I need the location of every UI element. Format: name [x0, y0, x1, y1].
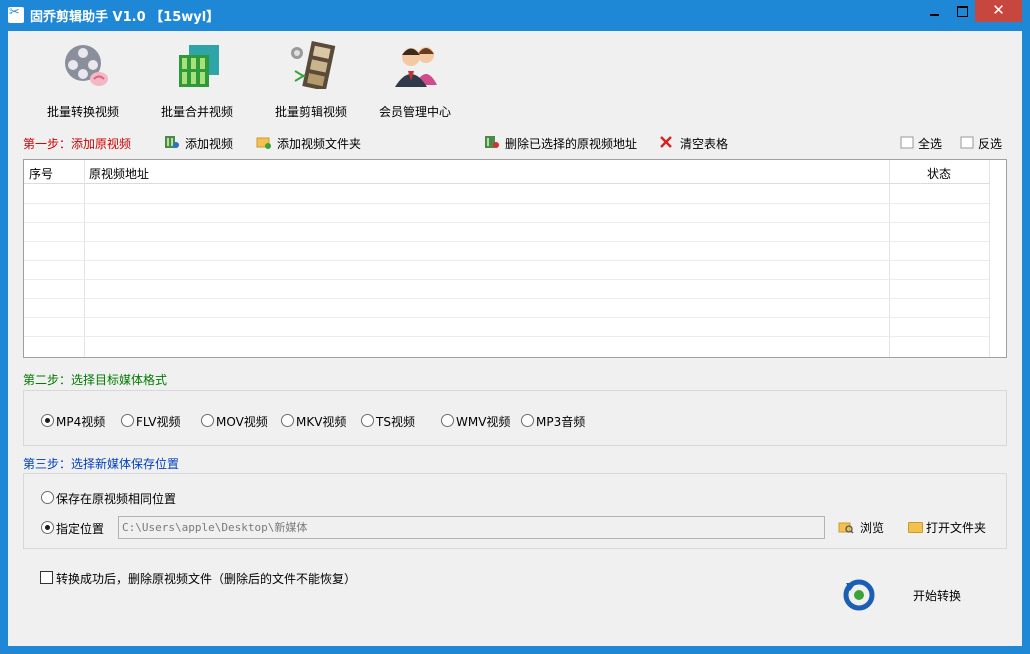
- member-center-button[interactable]: 会员管理中心: [359, 39, 471, 119]
- format-radio[interactable]: [201, 414, 214, 427]
- delete-selected-label: 删除已选择的原视频地址: [505, 137, 638, 151]
- format-label: MP3音频: [536, 415, 586, 429]
- invert-selection-label: 反选: [978, 137, 1003, 151]
- page-icon: [900, 136, 914, 149]
- table-header: 序号 原视频地址 状态: [24, 160, 989, 184]
- delete-video-icon: [485, 136, 499, 148]
- member-center-label: 会员管理中心: [378, 105, 451, 119]
- custom-location-radio[interactable]: [41, 521, 54, 534]
- row-line: [24, 298, 989, 299]
- custom-location-label: 指定位置: [56, 522, 105, 536]
- delete-after-label: 转换成功后，删除原视频文件（删除后的文件不能恢复）: [56, 572, 357, 586]
- browse-folder-icon: [838, 522, 854, 534]
- row-line: [24, 241, 989, 242]
- add-folder-button[interactable]: 添加视频文件夹: [256, 134, 368, 152]
- output-location-group: 保存在原视频相同位置 指定位置 C:\Users\apple\Desktop\新…: [23, 473, 1007, 549]
- clear-x-icon: [660, 136, 672, 148]
- column-index: 序号: [29, 167, 54, 181]
- format-radio[interactable]: [281, 414, 294, 427]
- batch-cut-label: 批量剪辑视频: [274, 105, 347, 119]
- format-radio[interactable]: [41, 414, 54, 427]
- format-label: FLV视频: [136, 415, 181, 429]
- column-status: 状态: [927, 167, 952, 181]
- add-video-button[interactable]: 添加视频: [164, 134, 244, 152]
- browse-button[interactable]: 浏览: [838, 519, 888, 537]
- batch-convert-button[interactable]: 批量转换视频: [27, 39, 139, 119]
- same-location-radio[interactable]: [41, 491, 54, 504]
- video-table[interactable]: 序号 原视频地址 状态: [23, 159, 1007, 358]
- format-label: WMV视频: [456, 415, 511, 429]
- film-cut-icon: [291, 41, 336, 89]
- delete-selected-button[interactable]: 删除已选择的原视频地址: [484, 134, 638, 152]
- add-video-icon: [165, 136, 179, 148]
- clear-table-label: 清空表格: [680, 137, 729, 151]
- column-divider: [84, 160, 85, 357]
- add-folder-label: 添加视频文件夹: [277, 137, 362, 151]
- column-source-path: 原视频地址: [89, 167, 150, 181]
- app-scissors-icon: [8, 5, 24, 23]
- format-radio[interactable]: [361, 414, 374, 427]
- batch-convert-label: 批量转换视频: [46, 105, 119, 119]
- maximize-button[interactable]: [948, 0, 975, 22]
- step3-label: 第三步：选择新媒体保存位置: [23, 457, 180, 471]
- browse-label: 浏览: [860, 521, 885, 535]
- step1-label: 第一步：添加原视频: [23, 137, 132, 151]
- column-divider: [889, 160, 890, 357]
- format-label: MKV视频: [296, 415, 347, 429]
- clear-table-button[interactable]: 清空表格: [659, 134, 734, 152]
- open-folder-button[interactable]: 打开文件夹: [908, 519, 994, 537]
- format-radio[interactable]: [521, 414, 534, 427]
- main-window: 批量转换视频 批量合并视频 批量剪辑视频 会员管理中心 第一步：添加原视频 添加…: [8, 31, 1022, 646]
- format-radio[interactable]: [121, 414, 134, 427]
- same-location-label: 保存在原视频相同位置: [56, 492, 177, 506]
- row-line: [24, 260, 989, 261]
- film-reel-icon: [65, 45, 108, 86]
- row-line: [24, 203, 989, 204]
- format-label: MP4视频: [56, 415, 106, 429]
- row-line: [24, 317, 989, 318]
- batch-merge-label: 批量合并视频: [160, 105, 233, 119]
- batch-cut-button[interactable]: 批量剪辑视频: [255, 39, 367, 119]
- invert-selection-button[interactable]: 反选: [960, 134, 1010, 152]
- window-title: 固乔剪辑助手 V1.0 【15wyl】: [30, 10, 220, 25]
- row-line: [24, 222, 989, 223]
- add-video-label: 添加视频: [185, 137, 234, 151]
- batch-merge-button[interactable]: 批量合并视频: [141, 39, 253, 119]
- page-icon: [960, 136, 974, 149]
- members-icon: [395, 47, 437, 87]
- select-all-label: 全选: [918, 137, 943, 151]
- column-divider: [989, 160, 990, 357]
- minimize-button[interactable]: [922, 0, 948, 22]
- title-bar: 固乔剪辑助手 V1.0 【15wyl】 ✕: [0, 0, 1030, 31]
- step2-label: 第二步：选择目标媒体格式: [23, 373, 168, 387]
- output-path-field[interactable]: C:\Users\apple\Desktop\新媒体: [118, 516, 825, 539]
- open-folder-label: 打开文件夹: [926, 521, 987, 535]
- open-folder-icon: [908, 522, 923, 533]
- format-radio[interactable]: [441, 414, 454, 427]
- select-all-button[interactable]: 全选: [900, 134, 950, 152]
- row-line: [24, 279, 989, 280]
- add-folder-icon: [256, 137, 271, 149]
- close-button[interactable]: ✕: [975, 0, 1022, 22]
- format-label: MOV视频: [216, 415, 268, 429]
- delete-after-checkbox[interactable]: [40, 571, 53, 584]
- row-line: [24, 336, 989, 337]
- refresh-start-icon[interactable]: [842, 577, 876, 611]
- film-merge-icon: [179, 45, 219, 87]
- format-group: MP4视频 FLV视频 MOV视频 MKV视频 TS视频 WMV视频 MP3音频: [23, 390, 1007, 446]
- format-label: TS视频: [376, 415, 415, 429]
- start-conversion-button[interactable]: 开始转换: [913, 587, 961, 604]
